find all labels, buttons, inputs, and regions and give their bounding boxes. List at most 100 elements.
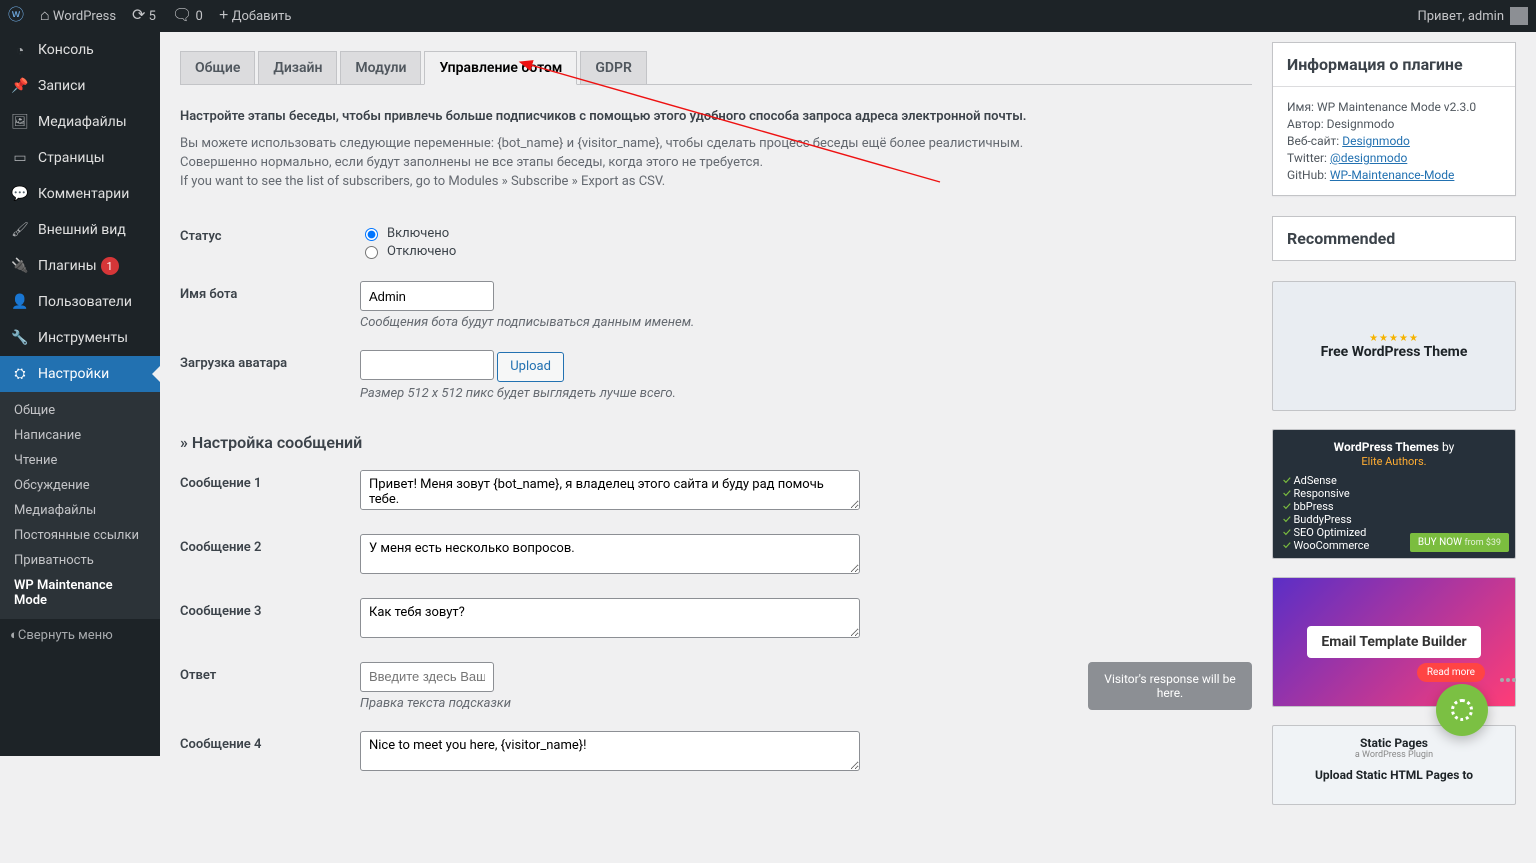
sidebar-item-settings[interactable]: ⛭Настройки [0, 356, 160, 392]
status-disabled-radio[interactable] [365, 246, 378, 259]
site-link[interactable]: ⌂ WordPress [32, 0, 124, 32]
update-icon: ⟳ [132, 8, 145, 24]
submenu-item[interactable]: Медиафайлы [0, 498, 160, 523]
promo-free-theme[interactable]: ★★★★★ Free WordPress Theme [1272, 281, 1516, 411]
status-disabled[interactable]: Отключено [360, 243, 1252, 259]
promo2-elite: Elite Authors. [1361, 455, 1426, 468]
intro-line-2: Совершенно нормально, если будут заполне… [180, 155, 1252, 170]
submenu-item[interactable]: Обсуждение [0, 473, 160, 498]
readmore-button[interactable]: Read more [1417, 663, 1485, 682]
sidebar-item-label: Медиафайлы [38, 114, 127, 130]
avatar-path-input[interactable] [360, 350, 494, 380]
home-icon: ⌂ [40, 8, 50, 24]
sidebar-item-label: Инструменты [38, 330, 128, 346]
pi-website-label: Веб-сайт: [1287, 134, 1339, 148]
user-greeting[interactable]: Привет, admin [1409, 0, 1536, 32]
msg4-textarea[interactable] [360, 731, 860, 771]
promo3-title: Email Template Builder [1307, 626, 1480, 658]
upload-button[interactable]: Upload [497, 352, 564, 382]
promo-static-pages[interactable]: Static Pages a WordPress Plugin Upload S… [1272, 725, 1516, 805]
notification-dots-icon [1500, 678, 1516, 688]
promo4-title: Static Pages [1315, 736, 1473, 750]
msg2-textarea[interactable] [360, 534, 860, 574]
site-name: WordPress [53, 9, 116, 24]
sidebar-item-appearance[interactable]: 🖌Внешний вид [0, 212, 160, 248]
sidebar-item-tools[interactable]: 🔧 Инструменты [0, 320, 160, 356]
pi-author-value: Designmodo [1327, 117, 1395, 131]
status-enabled[interactable]: Включено [360, 225, 1252, 241]
plugins-icon: 🔌 [10, 256, 30, 276]
wordpress-icon: ⓦ [8, 8, 24, 24]
comments-link[interactable]: 🗨 0 [164, 0, 211, 32]
msg4-label: Сообщение 4 [180, 731, 360, 752]
sidebar-item-dashboard[interactable]: ◔Консоль [0, 32, 160, 68]
submenu-item[interactable]: Общие [0, 398, 160, 423]
promo1-title: Free WordPress Theme [1321, 344, 1468, 360]
collapse-label: Свернуть меню [18, 628, 113, 643]
promo-email-builder[interactable]: Email Template Builder Read more [1272, 577, 1516, 707]
promo2-title: WordPress Themes [1334, 440, 1439, 454]
msg1-textarea[interactable] [360, 470, 860, 510]
dashboard-icon: ◔ [10, 40, 30, 60]
msg3-textarea[interactable] [360, 598, 860, 638]
users-icon: 👤 [10, 292, 30, 312]
sidebar-item-label: Настройки [38, 366, 109, 382]
sidebar-item-posts[interactable]: 📌Записи [0, 68, 160, 104]
pi-github-link[interactable]: WP-Maintenance-Mode [1330, 168, 1455, 182]
sidebar-item-comments[interactable]: 💬Комментарии [0, 176, 160, 212]
submenu-item[interactable]: Написание [0, 423, 160, 448]
submenu-item[interactable]: Чтение [0, 448, 160, 473]
submenu-item[interactable]: WP Maintenance Mode [0, 573, 160, 613]
msg1-label: Сообщение 1 [180, 470, 360, 491]
sidebar-item-users[interactable]: 👤Пользователи [0, 284, 160, 320]
pi-twitter-link[interactable]: @designmodo [1330, 151, 1407, 165]
collapse-menu[interactable]: ◐ Свернуть меню [0, 619, 160, 651]
comments-count: 0 [196, 9, 203, 24]
intro-line-3: If you want to see the list of subscribe… [180, 174, 1252, 189]
promo2-by: by [1442, 440, 1454, 454]
appearance-icon: 🖌 [10, 220, 30, 240]
pages-icon: ▭ [10, 148, 30, 168]
pi-website-link[interactable]: Designmodo [1342, 134, 1410, 148]
intro-text: Настройте этапы беседы, чтобы привлечь б… [180, 109, 1252, 189]
plugin-info-heading: Информация о плагине [1273, 43, 1515, 87]
pi-twitter-label: Twitter: [1287, 151, 1327, 165]
chat-fab[interactable] [1436, 684, 1488, 736]
spinner-icon [1451, 699, 1473, 721]
tools-icon: 🔧 [10, 328, 30, 348]
pi-github-label: GitHub: [1287, 168, 1327, 182]
intro-line-1: Вы можете использовать следующие перемен… [180, 136, 1252, 151]
tab-общие[interactable]: Общие [180, 51, 255, 84]
sidebar-item-pages[interactable]: ▭Страницы [0, 140, 160, 176]
submenu-item[interactable]: Приватность [0, 548, 160, 573]
buy-now-button[interactable]: BUY NOW from $39 [1410, 533, 1509, 552]
botname-input[interactable] [360, 281, 494, 311]
plugin-info-box: Информация о плагине Имя: WP Maintenance… [1272, 42, 1516, 196]
promo-strict-themes[interactable]: WordPress Themes byElite Authors. AdSens… [1272, 429, 1516, 559]
answer-input[interactable] [360, 662, 494, 692]
intro-lead: Настройте этапы беседы, чтобы привлечь б… [180, 109, 1252, 124]
recommended-box: Recommended [1272, 216, 1516, 261]
sidebar-item-label: Плагины [38, 258, 97, 274]
add-new[interactable]: + Добавить [211, 0, 300, 32]
promo4-line: Upload Static HTML Pages to [1315, 768, 1473, 782]
tab-модули[interactable]: Модули [340, 51, 421, 84]
sidebar-item-media[interactable]: 🖼 Медиафайлы [0, 104, 160, 140]
sidebar-item-label: Комментарии [38, 186, 129, 202]
msg2-label: Сообщение 2 [180, 534, 360, 555]
avatar-icon [1510, 7, 1528, 25]
tab-дизайн[interactable]: Дизайн [258, 51, 337, 84]
submenu-item[interactable]: Постоянные ссылки [0, 523, 160, 548]
tab-управление-ботом[interactable]: Управление ботом [424, 51, 577, 85]
sidebar-item-plugins[interactable]: 🔌Плагины1 [0, 248, 160, 284]
greeting-text: Привет, admin [1417, 9, 1504, 24]
wp-logo[interactable]: ⓦ [0, 0, 32, 32]
media-icon: 🖼 [10, 112, 30, 132]
botname-help: Сообщения бота будут подписываться данны… [360, 315, 1252, 330]
updates-link[interactable]: ⟳ 5 [124, 0, 164, 32]
status-enabled-radio[interactable] [365, 228, 378, 241]
add-new-label: Добавить [232, 9, 292, 24]
promo4-sub: a WordPress Plugin [1315, 750, 1473, 760]
tab-gdpr[interactable]: GDPR [580, 51, 647, 84]
status-enabled-text: Включено [387, 226, 449, 241]
